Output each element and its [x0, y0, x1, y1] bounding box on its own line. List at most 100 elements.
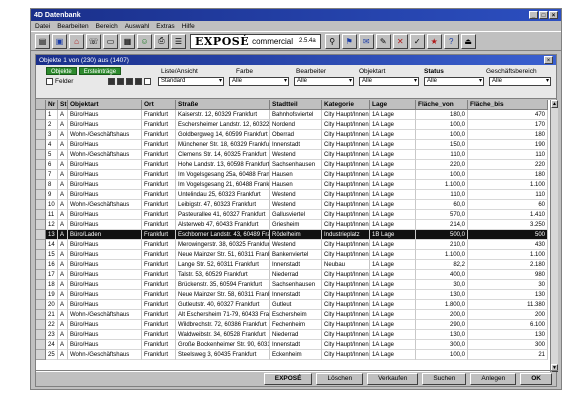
cell-flaeche-von: 300,0 — [416, 340, 468, 350]
loeschen-button[interactable]: Löschen — [316, 372, 364, 385]
bearbeiter-select[interactable]: Alle — [294, 77, 354, 86]
row-marker[interactable] — [36, 170, 46, 180]
row-marker[interactable] — [36, 180, 46, 190]
flag-icon[interactable]: ⚑ — [341, 33, 357, 49]
row-marker[interactable] — [36, 150, 46, 160]
row-marker[interactable] — [36, 130, 46, 140]
person-icon[interactable]: ☺ — [137, 33, 152, 49]
suchen-button[interactable]: Suchen — [422, 372, 467, 385]
row-marker[interactable] — [36, 140, 46, 150]
view-toggle-4[interactable] — [135, 78, 142, 85]
row-marker[interactable] — [36, 240, 46, 250]
minimize-icon[interactable]: _ — [529, 11, 538, 19]
felder-checkbox[interactable] — [46, 78, 53, 85]
phone-icon[interactable]: ☏ — [86, 33, 101, 49]
row-marker[interactable] — [36, 340, 46, 350]
row-marker[interactable] — [36, 120, 46, 130]
database-icon[interactable]: ▤ — [35, 33, 50, 49]
farbe-select[interactable]: Alle — [229, 77, 289, 86]
calendar-icon[interactable]: ▦ — [120, 33, 135, 49]
liste-select[interactable]: Standard — [158, 77, 224, 86]
felder-label: Felder — [55, 78, 74, 85]
cell-kategorie: City Haupt/Innen — [322, 290, 370, 300]
close-icon[interactable]: × — [549, 11, 558, 19]
row-marker[interactable] — [36, 110, 46, 120]
anlegen-button[interactable]: Anlegen — [470, 372, 517, 385]
row-marker[interactable] — [36, 210, 46, 220]
exit-icon[interactable]: ⏏ — [460, 33, 476, 49]
maximize-icon[interactable]: □ — [539, 11, 548, 19]
view-toggle-3[interactable] — [126, 78, 133, 85]
objects-close-icon[interactable]: × — [544, 56, 553, 64]
status-select[interactable]: Alle — [424, 77, 484, 86]
list-icon[interactable]: ☰ — [171, 33, 186, 49]
row-marker[interactable] — [36, 320, 46, 330]
expose-button[interactable]: EXPOSÉ — [263, 372, 313, 385]
row-marker[interactable] — [36, 160, 46, 170]
row-marker[interactable] — [36, 310, 46, 320]
row-marker[interactable] — [36, 270, 46, 280]
menu-bereich[interactable]: Bereich — [96, 23, 118, 30]
menu-datei[interactable]: Datei — [35, 23, 50, 30]
cell-ort: Frankfurt — [142, 110, 176, 120]
header-nr[interactable]: Nr — [46, 100, 58, 110]
cell-stadtteil: Westend — [270, 240, 322, 250]
view-toggle-5[interactable] — [144, 78, 151, 85]
check-icon[interactable]: ✓ — [409, 33, 425, 49]
edit-icon[interactable]: ✎ — [375, 33, 391, 49]
cell-objektart: Büro/Haus — [68, 340, 142, 350]
cell-flaeche-bis: 470 — [468, 110, 548, 120]
view-toggle-1[interactable] — [108, 78, 115, 85]
table-scrollbar[interactable]: ▲ ▼ — [550, 100, 558, 372]
filter-header-farbe: Farbe — [236, 68, 253, 75]
help-icon[interactable]: ? — [443, 33, 459, 49]
menu-extras[interactable]: Extras — [156, 23, 174, 30]
menu-hilfe[interactable]: Hilfe — [182, 23, 195, 30]
row-marker[interactable] — [36, 350, 46, 360]
house-icon[interactable]: ⌂ — [69, 33, 84, 49]
row-marker[interactable] — [36, 330, 46, 340]
geschaeftsbereich-select[interactable]: Alle — [489, 77, 551, 86]
cell-strasse: Große Bockenheimer Str. 90, 60313 Frankf… — [176, 340, 270, 350]
cell-strasse: Im Vogelsgesang 21, 60488 Frankfurt — [176, 180, 270, 190]
cell-flaeche-bis: 6.100 — [468, 320, 548, 330]
header-lage[interactable]: Lage — [370, 100, 416, 110]
cell-st: A — [58, 320, 68, 330]
search-icon[interactable]: ⚲ — [324, 33, 340, 49]
row-marker[interactable] — [36, 250, 46, 260]
row-marker[interactable] — [36, 220, 46, 230]
row-marker[interactable] — [36, 280, 46, 290]
row-marker[interactable] — [36, 290, 46, 300]
header-flaeche-bis[interactable]: Fläche_bis — [468, 100, 548, 110]
header-objektart[interactable]: Objektart — [68, 100, 142, 110]
header-flaeche-von[interactable]: Fläche_von — [416, 100, 468, 110]
view-toggle-2[interactable] — [117, 78, 124, 85]
header-ort[interactable]: Ort — [142, 100, 176, 110]
cell-flaeche-bis: 300 — [468, 340, 548, 350]
document-icon[interactable]: ▭ — [103, 33, 118, 49]
cell-objektart: Wohn-/Geschäftshaus — [68, 310, 142, 320]
row-marker[interactable] — [36, 230, 46, 240]
star-icon[interactable]: ★ — [426, 33, 442, 49]
header-stadtteil[interactable]: Stadtteil — [270, 100, 322, 110]
scroll-up-icon[interactable]: ▲ — [551, 100, 558, 108]
delete-icon[interactable]: ✕ — [392, 33, 408, 49]
printer-icon[interactable]: ⎙ — [154, 33, 169, 49]
tab-objekte[interactable]: Objekte — [46, 67, 77, 75]
cell-flaeche-von: 110,0 — [416, 190, 468, 200]
row-marker[interactable] — [36, 300, 46, 310]
objektart-select[interactable]: Alle — [359, 77, 419, 86]
header-kategorie[interactable]: Kategorie — [322, 100, 370, 110]
row-marker[interactable] — [36, 200, 46, 210]
ok-button[interactable]: OK — [520, 372, 552, 385]
row-marker[interactable] — [36, 190, 46, 200]
menu-auswahl[interactable]: Auswahl — [125, 23, 150, 30]
tab-ersteintraege[interactable]: Ersteinträge — [78, 67, 122, 75]
mail-icon[interactable]: ✉ — [358, 33, 374, 49]
row-marker[interactable] — [36, 260, 46, 270]
header-st[interactable]: St — [58, 100, 68, 110]
window-icon[interactable]: ▣ — [52, 33, 67, 49]
verkaufen-button[interactable]: Verkaufen — [367, 372, 419, 385]
menu-bearbeiten[interactable]: Bearbeiten — [57, 23, 88, 30]
header-strasse[interactable]: Straße — [176, 100, 270, 110]
